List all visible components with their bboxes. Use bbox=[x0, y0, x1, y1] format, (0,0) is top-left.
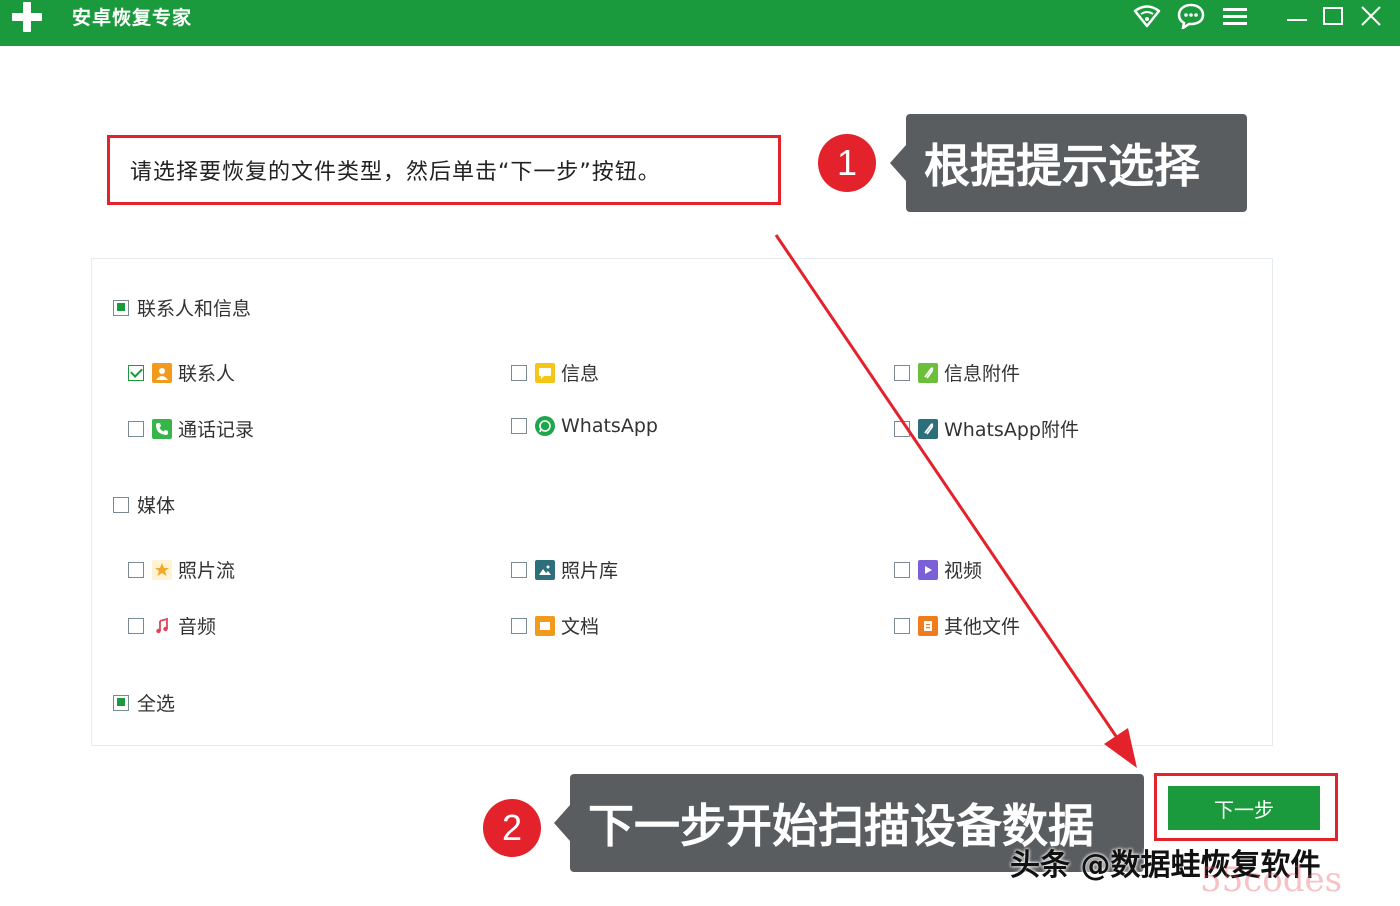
item-other-files[interactable]: 其他文件 bbox=[894, 612, 1020, 639]
checkbox-icon bbox=[894, 617, 910, 634]
maximize-icon[interactable] bbox=[1318, 2, 1348, 30]
step2-badge: 2 bbox=[483, 799, 541, 857]
document-icon bbox=[535, 615, 555, 636]
contact-icon bbox=[152, 362, 172, 383]
item-photostream[interactable]: 照片流 bbox=[128, 556, 235, 583]
item-video[interactable]: 视频 bbox=[894, 556, 982, 583]
item-contacts[interactable]: 联系人 bbox=[128, 359, 235, 386]
step1-callout: 根据提示选择 bbox=[890, 114, 1247, 212]
item-whatsapp[interactable]: WhatsApp bbox=[511, 415, 658, 437]
checkbox-icon bbox=[128, 561, 144, 578]
title-bar: 安卓恢复专家 bbox=[0, 0, 1400, 46]
other-file-icon bbox=[918, 615, 938, 636]
next-button[interactable]: 下一步 bbox=[1168, 786, 1320, 830]
item-messages[interactable]: 信息 bbox=[511, 359, 599, 386]
checkbox-icon bbox=[511, 364, 527, 381]
wifi-icon[interactable] bbox=[1132, 2, 1162, 30]
group-contacts-checkbox[interactable]: 联系人和信息 bbox=[113, 294, 251, 321]
select-all-label: 全选 bbox=[137, 693, 176, 715]
step1-badge: 1 bbox=[818, 134, 876, 192]
gallery-icon bbox=[535, 559, 555, 580]
checkbox-icon bbox=[894, 420, 910, 437]
instruction-text: 请选择要恢复的文件类型，然后单击“下一步”按钮。 bbox=[107, 135, 781, 205]
checkbox-partial-icon bbox=[113, 299, 129, 316]
group-media-label: 媒体 bbox=[137, 495, 176, 517]
app-title: 安卓恢复专家 bbox=[72, 7, 193, 29]
select-all-checkbox[interactable]: 全选 bbox=[113, 689, 175, 716]
item-label: 照片流 bbox=[178, 560, 236, 582]
group-media-checkbox[interactable]: 媒体 bbox=[113, 491, 175, 518]
checkbox-icon bbox=[113, 496, 129, 513]
menu-icon[interactable] bbox=[1220, 2, 1250, 30]
item-label: 其他文件 bbox=[944, 616, 1021, 638]
whatsapp-icon bbox=[535, 416, 555, 436]
item-call-logs[interactable]: 通话记录 bbox=[128, 415, 254, 442]
video-icon bbox=[918, 559, 938, 580]
photostream-icon bbox=[152, 559, 172, 580]
close-icon[interactable] bbox=[1356, 2, 1386, 30]
item-label: 信息 bbox=[561, 363, 600, 385]
file-type-panel bbox=[91, 258, 1273, 746]
phone-icon bbox=[152, 418, 172, 439]
item-label: 文档 bbox=[561, 616, 600, 638]
checkbox-icon bbox=[894, 561, 910, 578]
item-audio[interactable]: 音频 bbox=[128, 612, 216, 639]
item-message-attachments[interactable]: 信息附件 bbox=[894, 359, 1020, 386]
feedback-chat-icon[interactable] bbox=[1176, 2, 1206, 30]
item-label: 联系人 bbox=[178, 363, 236, 385]
whatsapp-attachment-icon bbox=[918, 418, 938, 439]
attachment-icon bbox=[918, 362, 938, 383]
minimize-icon[interactable] bbox=[1282, 2, 1312, 30]
group-contacts-label: 联系人和信息 bbox=[137, 298, 252, 320]
checkbox-icon bbox=[894, 364, 910, 381]
checkbox-icon bbox=[511, 418, 527, 434]
item-label: 通话记录 bbox=[178, 419, 255, 441]
item-photo-library[interactable]: 照片库 bbox=[511, 556, 618, 583]
watermark-secondary: 55codes bbox=[1200, 860, 1343, 900]
checkbox-icon bbox=[128, 617, 144, 634]
checkbox-checked-icon bbox=[128, 364, 144, 381]
message-icon bbox=[535, 362, 555, 383]
item-label: 音频 bbox=[178, 616, 217, 638]
item-label: 照片库 bbox=[561, 560, 619, 582]
item-label: 信息附件 bbox=[944, 363, 1021, 385]
checkbox-icon bbox=[511, 561, 527, 578]
item-whatsapp-attachments[interactable]: WhatsApp附件 bbox=[894, 415, 1079, 442]
item-label: WhatsApp附件 bbox=[944, 419, 1079, 441]
item-label: WhatsApp bbox=[561, 415, 658, 437]
checkbox-icon bbox=[511, 617, 527, 634]
checkbox-icon bbox=[128, 420, 144, 437]
app-logo-icon bbox=[10, 0, 44, 34]
audio-icon bbox=[152, 615, 172, 636]
item-label: 视频 bbox=[944, 560, 983, 582]
item-documents[interactable]: 文档 bbox=[511, 612, 599, 639]
checkbox-partial-icon bbox=[113, 694, 129, 711]
